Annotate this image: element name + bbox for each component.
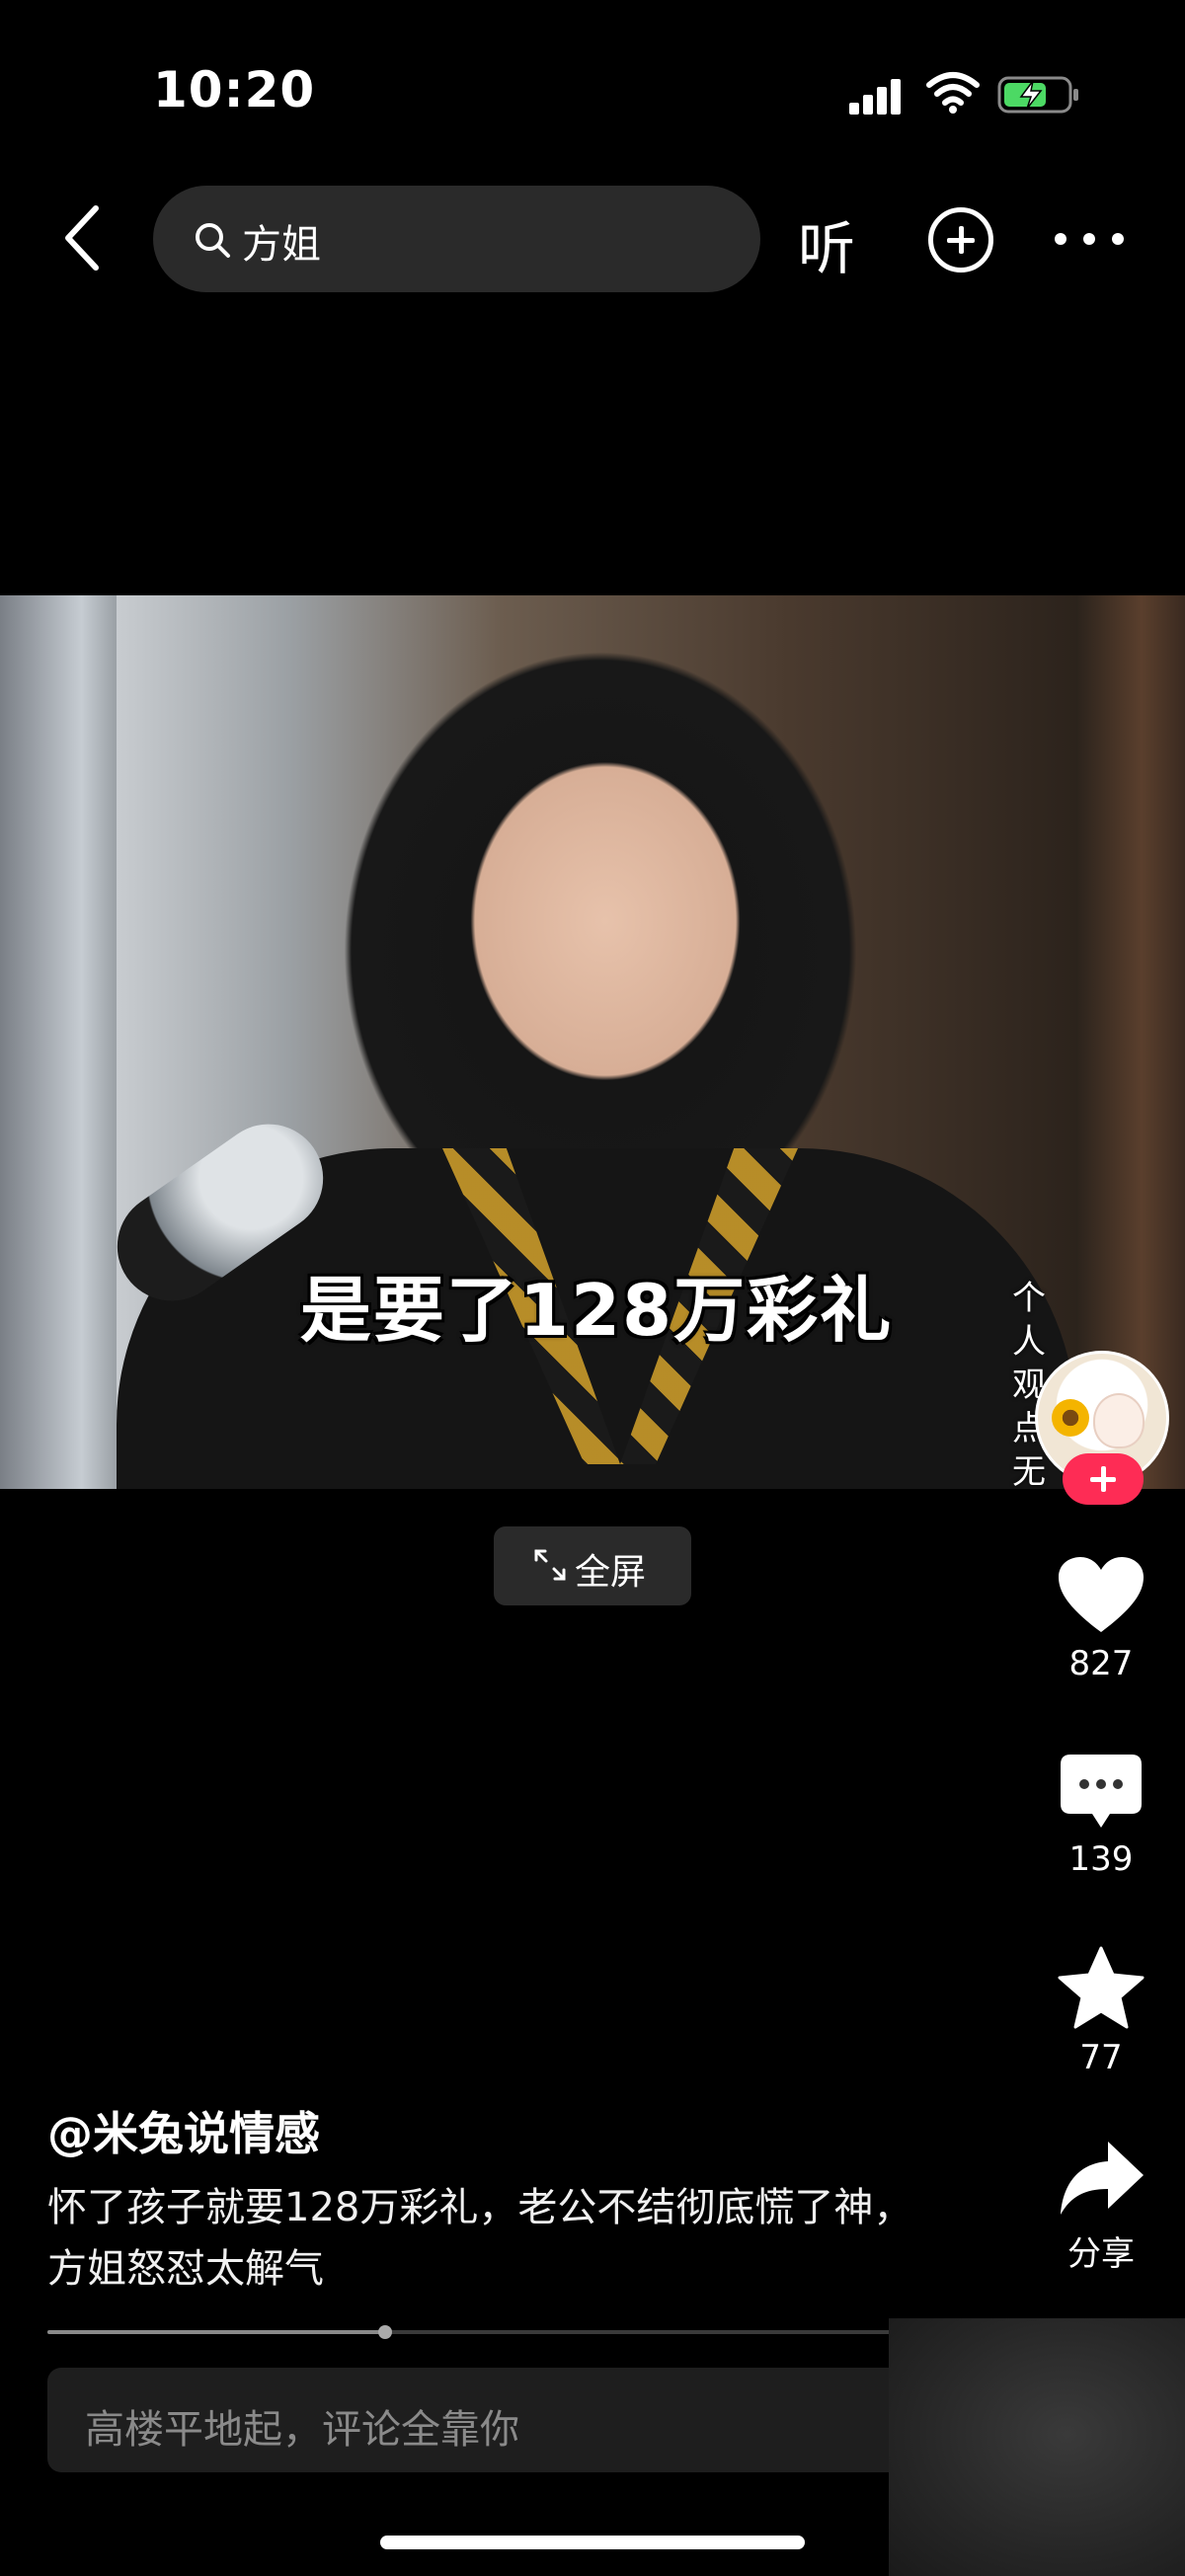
- fullscreen-button[interactable]: 全屏: [494, 1526, 691, 1605]
- description-line: 怀了孩子就要128万彩礼，老公不结彻底慌了神，: [47, 2185, 913, 2230]
- description-line: 方姐怒怼太解气: [47, 2246, 324, 2292]
- share-label: 分享: [1067, 2234, 1135, 2274]
- comment-placeholder: 高楼平地起，评论全靠你: [85, 2407, 519, 2453]
- sunflower-icon: [1052, 1399, 1089, 1437]
- author-handle[interactable]: @米兔说情感: [47, 2098, 320, 2163]
- wifi-icon: [926, 72, 980, 114]
- favorite-button[interactable]: 77: [1047, 1945, 1155, 2077]
- video-background-left: [0, 595, 117, 1489]
- video-frame-content: 是要了128万彩礼: [96, 595, 1076, 1489]
- listen-button[interactable]: 听: [798, 202, 855, 285]
- battery-icon: [997, 76, 1078, 114]
- video-subtitle: 是要了128万彩礼: [299, 1269, 894, 1352]
- heart-icon: [1059, 1557, 1144, 1632]
- cellular-signal-icon: [849, 79, 908, 115]
- star-icon: [1058, 1946, 1145, 2029]
- follow-button[interactable]: [1063, 1453, 1144, 1505]
- home-indicator: [380, 2536, 805, 2549]
- status-time: 10:20: [153, 61, 316, 118]
- add-icon[interactable]: [928, 207, 993, 273]
- share-button[interactable]: 分享: [1047, 2138, 1155, 2275]
- fullscreen-icon: [534, 1549, 566, 1581]
- more-icon[interactable]: [1055, 233, 1124, 247]
- favorite-count: 77: [1079, 2038, 1123, 2077]
- status-bar: 10:20: [0, 0, 1185, 178]
- share-icon: [1061, 2142, 1144, 2215]
- search-icon: [196, 223, 230, 258]
- search-query: 方姐: [242, 222, 321, 268]
- progress-knob[interactable]: [378, 2325, 393, 2339]
- comment-icon: [1061, 1755, 1142, 1828]
- post-description: 怀了孩子就要128万彩礼，老公不结彻底慌了神， 方姐怒怼太解气: [47, 2177, 976, 2300]
- like-button[interactable]: 827: [1047, 1555, 1155, 1683]
- search-bar[interactable]: 方姐: [153, 186, 760, 292]
- video-player[interactable]: 是要了128万彩礼 个人观点无不: [0, 595, 1185, 1489]
- like-count: 827: [1068, 1644, 1134, 1683]
- fullscreen-label: 全屏: [575, 1552, 647, 1593]
- bunny-icon: [1093, 1393, 1145, 1448]
- progress-fill: [47, 2330, 386, 2334]
- blurred-region: [889, 2318, 1185, 2576]
- comment-button[interactable]: 139: [1047, 1753, 1155, 1879]
- comment-count: 139: [1068, 1839, 1134, 1879]
- back-button[interactable]: [54, 202, 114, 273]
